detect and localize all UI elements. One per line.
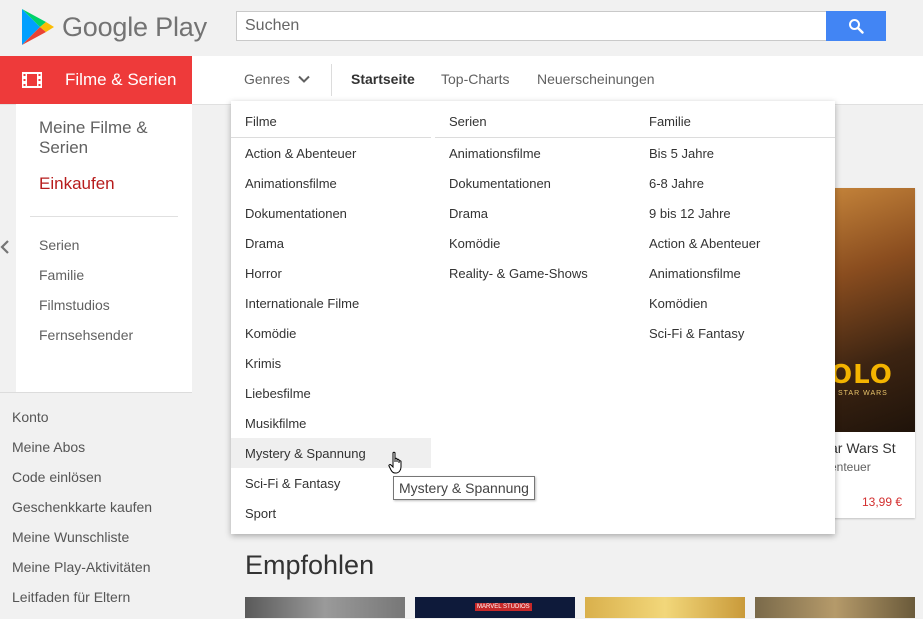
genre-item[interactable]: Dokumentationen [449,176,551,191]
nav-neuerscheinungen[interactable]: Neuerscheinungen [537,71,655,87]
account-item-abos[interactable]: Meine Abos [12,439,85,455]
nav-startseite[interactable]: Startseite [351,71,415,87]
sidebar-item-fernsehsender[interactable]: Fernsehsender [39,327,133,343]
nav-divider [331,64,332,96]
genre-item[interactable]: Krimis [245,356,281,371]
genre-item[interactable]: Liebesfilme [245,386,311,401]
genre-item[interactable]: 9 bis 12 Jahre [649,206,731,221]
genre-item[interactable]: Komödien [649,296,708,311]
genre-item[interactable]: Sport [245,506,276,521]
genre-item[interactable]: Animationsfilme [649,266,741,281]
genre-item[interactable]: 6-8 Jahre [649,176,704,191]
genre-item[interactable]: Horror [245,266,282,281]
column-divider [231,137,431,138]
recommended-thumb[interactable]: MARVEL STUDIOS [415,597,575,618]
column-heading-serien: Serien [449,114,487,129]
sidebar: Meine Filme & Serien Einkaufen Serien Fa… [16,104,192,392]
movie-title: ar Wars St [830,440,896,456]
account-item-gift-card[interactable]: Geschenkkarte kaufen [12,499,152,515]
genre-item[interactable]: Drama [245,236,284,251]
poster-logo-text: OLO [830,360,893,390]
genres-dropdown[interactable]: Genres [244,71,310,87]
genre-item[interactable]: Drama [449,206,488,221]
hand-cursor-icon [388,451,402,474]
account-item-parents-guide[interactable]: Leitfaden für Eltern [12,589,130,605]
search-input[interactable] [236,11,826,41]
play-logo-icon [22,9,54,45]
genre-item[interactable]: Animationsfilme [449,146,541,161]
genre-item[interactable]: Sci-Fi & Fantasy [649,326,744,341]
poster-subtext: STAR WARS [838,390,888,397]
column-heading-filme: Filme [245,114,277,129]
genre-item[interactable]: Reality- & Game-Shows [449,266,588,281]
account-menu: Konto Meine Abos Code einlösen Geschenkk… [0,392,192,619]
genre-item[interactable]: Komödie [449,236,500,251]
sidebar-item-serien[interactable]: Serien [39,237,79,253]
marvel-studios-logo: MARVEL STUDIOS [475,603,532,611]
column-divider [435,137,635,138]
movies-tv-tab[interactable]: Filme & Serien [0,56,192,104]
search-button[interactable] [826,11,886,41]
section-label: Filme & Serien [65,70,177,89]
column-heading-familie: Familie [649,114,691,129]
sidebar-item-filmstudios[interactable]: Filmstudios [39,297,110,313]
column-divider [635,137,835,138]
search-icon [849,19,864,34]
section-title-recommended: Empfohlen [245,550,375,580]
chevron-left-icon[interactable] [0,239,10,255]
tooltip: Mystery & Spannung [393,476,535,500]
genre-item[interactable]: Action & Abenteuer [649,236,760,251]
genre-item[interactable]: Musikfilme [245,416,306,431]
genres-menu: Filme Action & Abenteuer Animationsfilme… [231,101,835,534]
recommended-thumb[interactable] [585,597,745,618]
nav-top-charts[interactable]: Top-Charts [441,71,509,87]
chevron-down-icon [298,75,310,83]
genres-label: Genres [244,71,290,87]
genre-item[interactable]: Action & Abenteuer [245,146,356,161]
genre-item-hovered[interactable]: Mystery & Spannung [245,446,366,461]
genre-item[interactable]: Komödie [245,326,296,341]
genre-item[interactable]: Bis 5 Jahre [649,146,714,161]
genre-item[interactable]: Animationsfilme [245,176,337,191]
account-item-konto[interactable]: Konto [12,409,49,425]
genre-item[interactable]: Internationale Filme [245,296,359,311]
account-item-activity[interactable]: Meine Play-Aktivitäten [12,559,151,575]
genre-item[interactable]: Dokumentationen [245,206,347,221]
logo-text: Google Play [62,11,207,42]
genre-item[interactable]: Sci-Fi & Fantasy [245,476,340,491]
account-item-wishlist[interactable]: Meine Wunschliste [12,529,129,545]
google-play-logo[interactable]: Google Play [20,8,207,46]
sidebar-item-familie[interactable]: Familie [39,267,84,283]
movie-price[interactable]: 13,99 € [862,495,902,509]
category-bar: Filme & Serien Genres Startseite Top-Cha… [0,56,923,105]
recommended-thumb[interactable] [755,597,915,618]
film-icon [22,72,42,88]
sidebar-divider [30,216,178,217]
shop-link[interactable]: Einkaufen [39,174,115,194]
header: Google Play [0,0,923,56]
my-movies-link[interactable]: Meine Filme & Serien [39,118,179,158]
movie-genre: enteuer [830,460,871,474]
recommended-thumb[interactable] [245,597,405,618]
account-item-code[interactable]: Code einlösen [12,469,102,485]
